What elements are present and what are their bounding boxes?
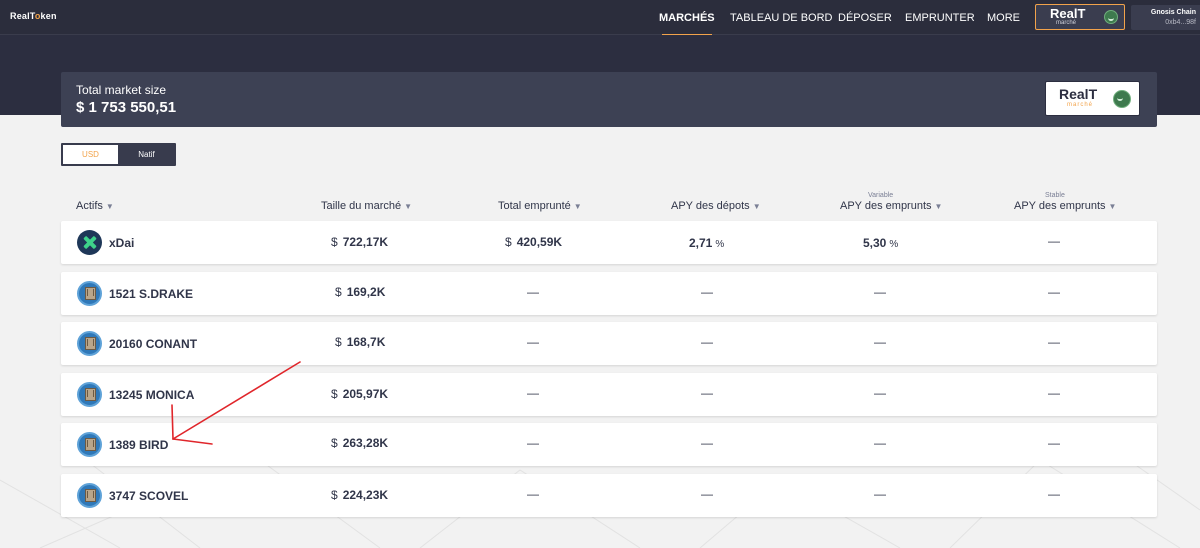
header-stable-borrow-apy[interactable]: APY des emprunts ▼ [1014,200,1116,212]
deposit-apy-cell: — [701,436,713,450]
nav-more[interactable]: MORE [987,0,1020,35]
variable-apy-cell: — [874,386,886,400]
nav-borrow[interactable]: EMPRUNTER [905,0,975,35]
table-row[interactable]: 3747 SCOVEL $224,23K — — — — [61,474,1157,517]
stable-apy-cell: — [1048,386,1060,400]
market-size-cell: $224,23K [331,488,389,502]
table-row[interactable]: 13245 MONICA $205,97K — — — — [61,373,1157,416]
sort-caret-icon: ▼ [752,202,761,211]
variable-apy-cell: — [874,487,886,501]
deposit-apy-cell: 2,71% [689,236,725,250]
asset-name: 3747 SCOVEL [109,489,189,503]
market-size-panel: Total market size $ 1 753 550,51 RealT m… [61,72,1157,127]
property-token-icon [77,281,102,306]
total-borrowed-cell: — [527,386,539,400]
table-row[interactable]: xDai $722,17K $420,59K 2,71% 5,30% — [61,221,1157,264]
header-variable-borrow-apy[interactable]: APY des emprunts ▼ [840,200,942,212]
realt-market-logo: RealT marché [1045,81,1140,116]
realt-logo-text: RealT [1059,86,1098,102]
realt-logo-subtitle: marché [1067,102,1094,108]
asset-name: xDai [109,236,135,250]
realt-market-logo-button[interactable]: RealT marché [1035,4,1125,30]
realt-logo-subtitle: marché [1056,20,1077,26]
property-token-icon [77,483,102,508]
wallet-address: 0xb4...98f [1165,19,1196,26]
network-wallet-button[interactable]: Gnosis Chain 0xb4...98f [1131,5,1200,30]
stable-apy-cell: — [1048,285,1060,299]
total-borrowed-cell: — [527,436,539,450]
header-market-size[interactable]: Taille du marché ▼ [321,200,412,212]
xdai-icon [77,230,102,255]
total-borrowed-cell: — [527,487,539,501]
sort-caret-icon: ▼ [1108,202,1117,211]
market-size-label: Total market size [76,83,167,97]
property-token-icon [77,432,102,457]
deposit-apy-cell: — [701,285,713,299]
header-assets[interactable]: Actifs ▼ [76,200,114,212]
header-total-borrowed[interactable]: Total emprunté ▼ [498,200,582,212]
realtoken-logo[interactable]: RealToken [10,11,57,21]
total-borrowed-cell: — [527,335,539,349]
asset-name: 1521 S.DRAKE [109,287,194,301]
sort-caret-icon: ▼ [404,202,413,211]
realt-logo-text: RealT [1050,6,1086,21]
table-row[interactable]: 20160 CONANT $168,7K — — — — [61,322,1157,365]
nav-deposit[interactable]: DÉPOSER [838,0,892,35]
top-navbar: RealToken MARCHÉS TABLEAU DE BORD DÉPOSE… [0,0,1200,36]
variable-apy-cell: 5,30% [863,236,899,250]
market-size-cell: $263,28K [331,436,389,450]
stable-apy-cell: — [1048,487,1060,501]
sort-caret-icon: ▼ [934,202,943,211]
sort-caret-icon: ▼ [573,202,582,211]
gnosis-icon [1113,90,1131,108]
nav-dashboard[interactable]: TABLEAU DE BORD [730,0,833,35]
deposit-apy-cell: — [701,386,713,400]
toggle-native[interactable]: Natif [119,145,174,164]
variable-apy-cell: — [874,335,886,349]
variable-apy-cell: — [874,436,886,450]
table-row[interactable]: 1389 BIRD $263,28K — — — — [61,423,1157,466]
property-token-icon [77,331,102,356]
sort-caret-icon: ▼ [105,202,114,211]
variable-apy-cell: — [874,285,886,299]
deposit-apy-cell: — [701,487,713,501]
header-deposit-apy[interactable]: APY des dépots ▼ [671,200,761,212]
market-size-value: $ 1 753 550,51 [76,99,177,116]
market-size-cell: $169,2K [335,285,386,299]
market-size-cell: $205,97K [331,387,389,401]
network-name: Gnosis Chain [1150,9,1196,16]
toggle-usd[interactable]: USD [63,145,118,164]
deposit-apy-cell: — [701,335,713,349]
property-token-icon [77,382,102,407]
currency-toggle: USD Natif [61,143,176,166]
asset-name: 20160 CONANT [109,337,198,351]
nav-markets[interactable]: MARCHÉS [659,0,715,36]
table-row[interactable]: 1521 S.DRAKE $169,2K — — — — [61,272,1157,315]
gnosis-icon [1104,10,1118,24]
asset-name: 13245 MONICA [109,388,195,402]
total-borrowed-cell: $420,59K [505,235,563,249]
market-size-cell: $722,17K [331,235,389,249]
stable-apy-cell: — [1048,335,1060,349]
total-borrowed-cell: — [527,285,539,299]
market-size-cell: $168,7K [335,335,386,349]
stable-label: Stable [1045,192,1065,199]
asset-name: 1389 BIRD [109,438,169,452]
stable-apy-cell: — [1048,234,1060,248]
stable-apy-cell: — [1048,436,1060,450]
variable-label: Variable [868,192,894,199]
